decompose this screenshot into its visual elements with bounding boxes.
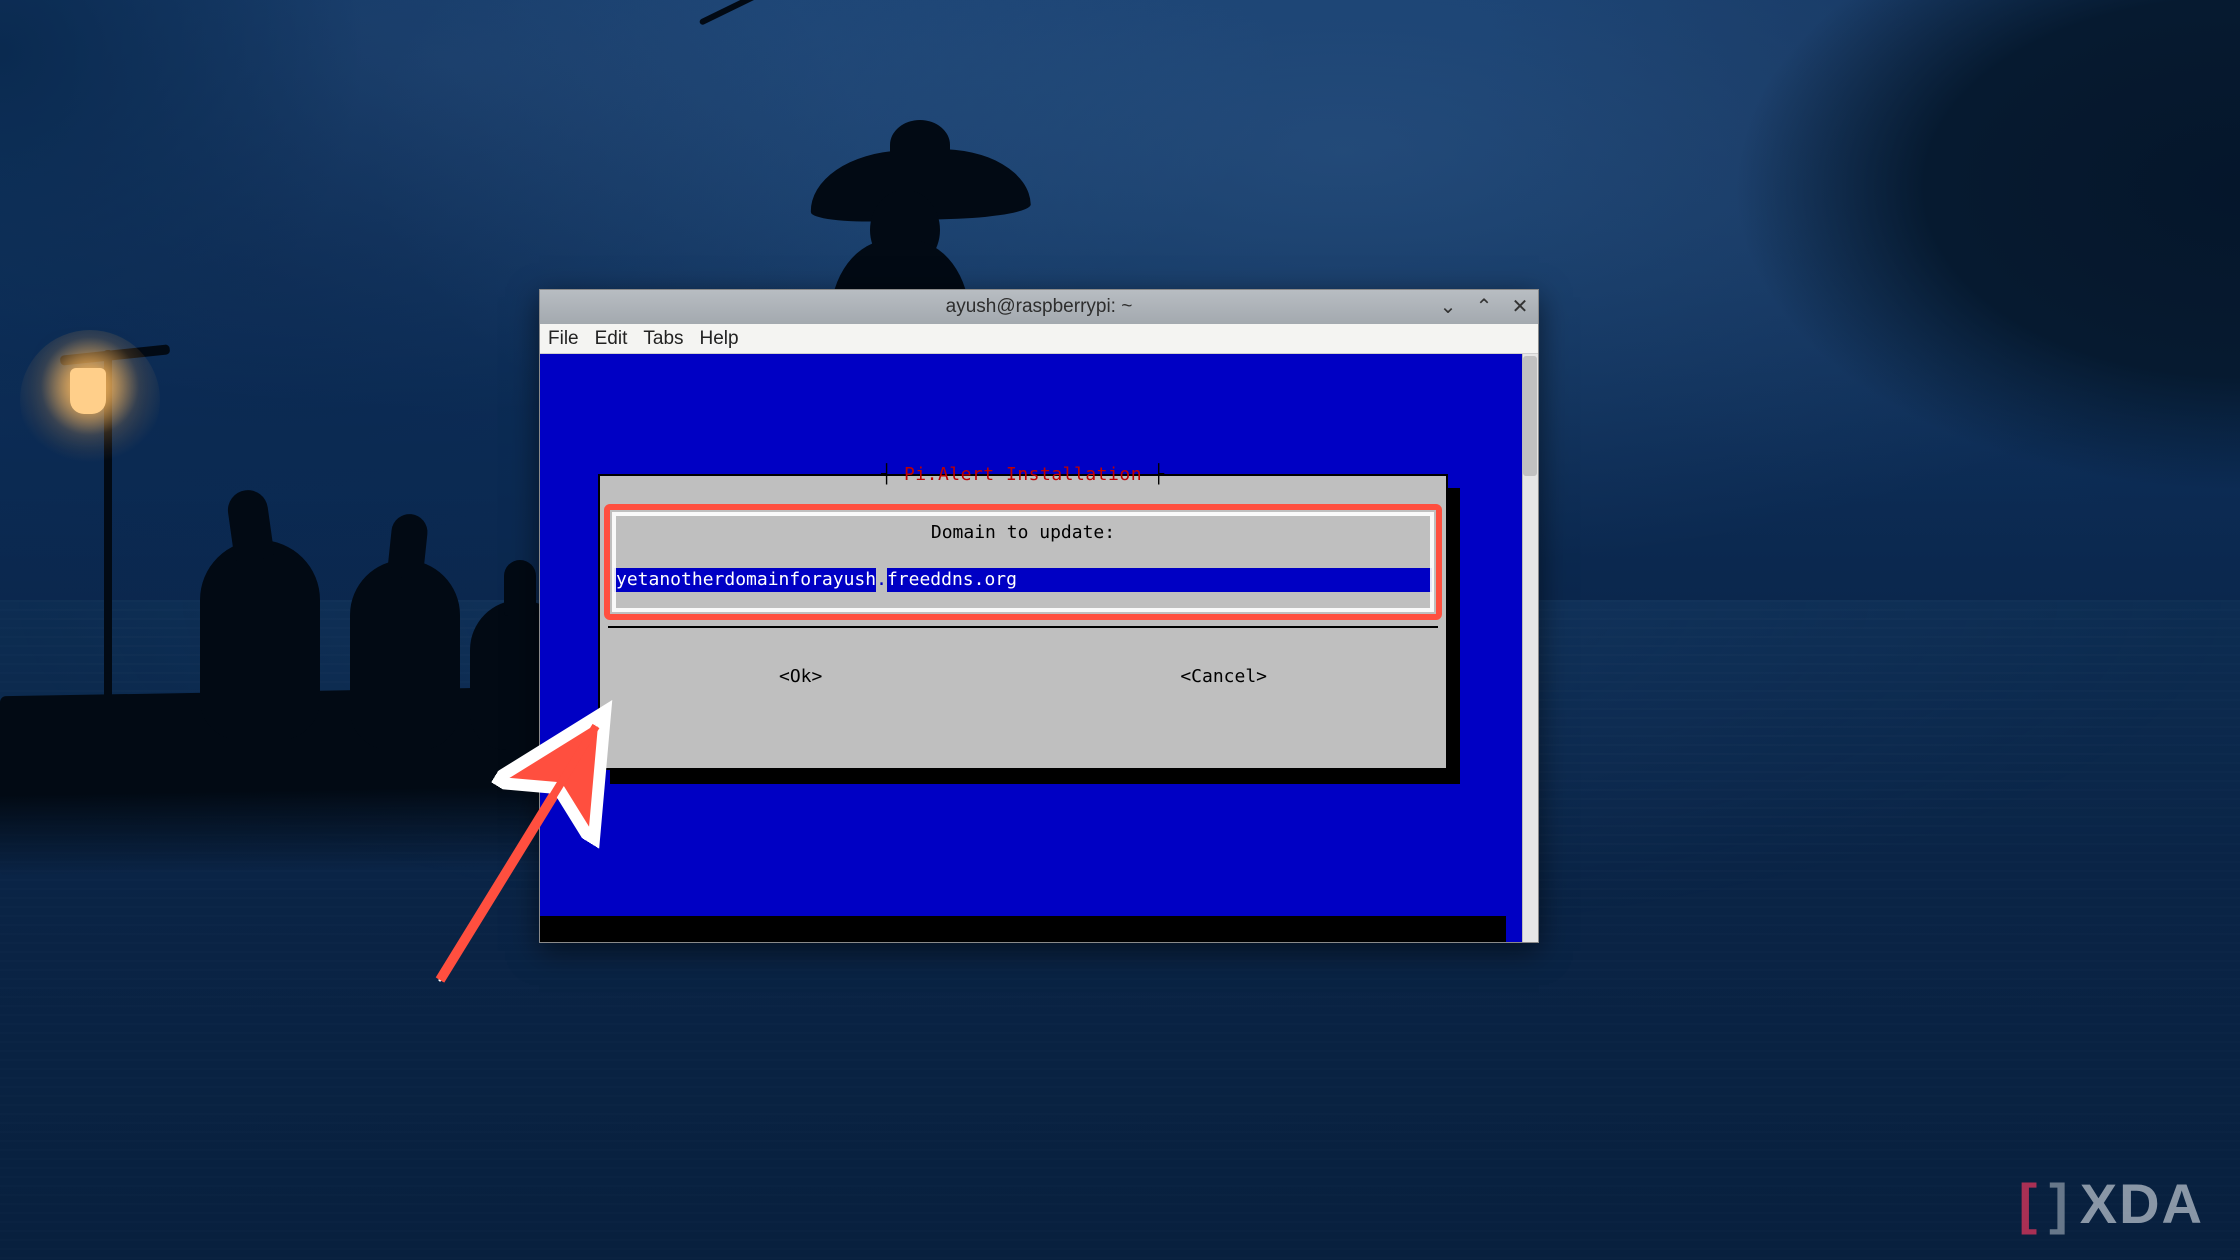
terminal-window: ayush@raspberrypi: ~ ⌄ ⌃ ✕ File Edit Tab…: [539, 289, 1539, 943]
wallpaper-lamp: [70, 368, 106, 414]
wallpaper-bird: [350, 560, 460, 750]
bracket-icon: [: [2018, 1176, 2037, 1232]
maximize-button[interactable]: ⌃: [1474, 297, 1494, 317]
menu-file[interactable]: File: [548, 328, 579, 350]
domain-input[interactable]: yetanotherdomainforayush.freeddns.org: [614, 568, 1432, 592]
wallpaper-trees: [1460, 0, 2240, 520]
menu-help[interactable]: Help: [700, 328, 739, 350]
dialog-prompt: Domain to update:: [600, 522, 1446, 543]
window-title: ayush@raspberrypi: ~: [946, 296, 1133, 318]
terminal-bottom-border: [540, 916, 1506, 942]
ok-button[interactable]: <Ok>: [779, 666, 822, 687]
watermark-text: XDA: [2080, 1171, 2204, 1236]
window-titlebar[interactable]: ayush@raspberrypi: ~ ⌄ ⌃ ✕: [540, 290, 1538, 324]
terminal-viewport[interactable]: ┤ Pi.Alert Installation ├ Domain to upda…: [540, 354, 1522, 942]
dialog-separator: [608, 626, 1438, 628]
bracket-icon: ]: [2049, 1176, 2068, 1232]
dialog-title: ┤ Pi.Alert Installation ├: [600, 464, 1446, 485]
scrollbar-thumb[interactable]: [1523, 356, 1537, 476]
cancel-button[interactable]: <Cancel>: [1180, 666, 1267, 687]
menubar: File Edit Tabs Help: [540, 324, 1538, 354]
menu-edit[interactable]: Edit: [595, 328, 628, 350]
window-controls: ⌄ ⌃ ✕: [1438, 290, 1530, 324]
scrollbar[interactable]: [1522, 354, 1538, 942]
menu-tabs[interactable]: Tabs: [643, 328, 683, 350]
terminal-area: ┤ Pi.Alert Installation ├ Domain to upda…: [540, 354, 1538, 942]
xda-watermark: [ ] XDA: [2018, 1171, 2204, 1236]
minimize-button[interactable]: ⌄: [1438, 297, 1458, 317]
dialog-buttons: <Ok> <Cancel>: [600, 666, 1446, 687]
pi-alert-dialog: ┤ Pi.Alert Installation ├ Domain to upda…: [598, 474, 1448, 770]
wallpaper-bird: [200, 540, 320, 740]
close-button[interactable]: ✕: [1510, 297, 1530, 317]
